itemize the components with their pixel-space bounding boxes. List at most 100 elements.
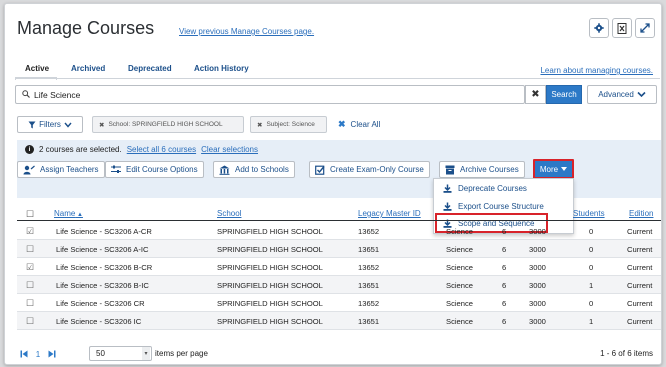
advanced-search-button[interactable]: Advanced xyxy=(587,85,657,104)
remove-chip-icon[interactable]: ✖ xyxy=(99,121,104,129)
menu-item-deprecate-courses[interactable]: Deprecate Courses xyxy=(443,184,527,193)
learn-more-link[interactable]: Learn about managing courses. xyxy=(540,66,653,75)
current-page[interactable]: 1 xyxy=(31,346,45,362)
column-header-school[interactable]: School xyxy=(217,209,241,218)
expand-icon xyxy=(640,23,650,33)
clear-all-label: Clear All xyxy=(350,120,381,129)
chevron-down-icon xyxy=(64,122,72,128)
action-label: Assign Teachers xyxy=(40,165,99,174)
menu-item-export-course-structure[interactable]: Export Course Structure xyxy=(443,202,544,211)
chevron-down-icon xyxy=(637,91,646,98)
cell-school: SPRINGFIELD HIGH SCHOOL xyxy=(217,281,323,290)
close-icon: ✖ xyxy=(338,119,346,129)
tab-deprecated[interactable]: Deprecated xyxy=(128,64,172,73)
cell-subject: Science xyxy=(446,263,474,272)
cell-students: 1 xyxy=(589,317,594,326)
tab-active[interactable]: Active xyxy=(25,64,49,73)
export-excel-button[interactable] xyxy=(612,18,632,38)
row-checkbox[interactable]: ☐ xyxy=(26,298,34,309)
table-row[interactable]: ☑ Life Science - SC3206 B-CR SPRINGFIELD… xyxy=(17,258,661,276)
clear-all-filters[interactable]: ✖ Clear All xyxy=(338,119,380,130)
clear-selections-link[interactable]: Clear selections xyxy=(201,145,258,154)
filters-button[interactable]: Filters xyxy=(17,116,83,133)
table-row[interactable]: ☐ Life Science - SC3206 IC SPRINGFIELD H… xyxy=(17,312,661,330)
search-button[interactable]: Search xyxy=(546,85,582,104)
select-all-checkbox[interactable]: ☐ xyxy=(26,209,34,220)
column-header-edition[interactable]: Edition xyxy=(629,209,653,218)
sliders-icon xyxy=(111,165,121,173)
table-row[interactable]: ☑ Life Science - SC3206 A-CR SPRINGFIELD… xyxy=(17,222,661,240)
column-header-name[interactable]: Name ▲ xyxy=(54,209,83,218)
more-actions-button[interactable]: More xyxy=(533,159,574,179)
gear-icon xyxy=(594,23,604,33)
pagination: 1 xyxy=(17,346,59,362)
column-header-students[interactable]: Students xyxy=(573,209,605,218)
items-per-page-select[interactable]: 50 ▾ xyxy=(89,346,152,361)
download-icon xyxy=(443,184,452,193)
search-input[interactable]: Life Science xyxy=(15,85,525,104)
caret-down-icon xyxy=(561,167,568,171)
tab-action-history[interactable]: Action History xyxy=(194,64,249,73)
assign-teachers-button[interactable]: Assign Teachers xyxy=(17,161,105,178)
cell-legacy-id: 13651 xyxy=(358,245,380,254)
manage-courses-panel: Manage Courses View previous Manage Cour… xyxy=(4,3,662,365)
add-to-schools-button[interactable]: Add to Schools xyxy=(213,161,295,178)
cell-legacy-id: 13652 xyxy=(358,299,380,308)
row-checkbox[interactable]: ☑ xyxy=(26,262,34,273)
last-page-icon[interactable] xyxy=(45,346,59,362)
table-row[interactable]: ☐ Life Science - SC3206 CR SPRINGFIELD H… xyxy=(17,294,661,312)
filter-chip-school[interactable]: ✖ School: SPRINGFIELD HIGH SCHOOL xyxy=(92,116,244,133)
cell-subject: Science xyxy=(446,299,474,308)
cell-subject: Science xyxy=(446,227,474,236)
settings-button[interactable] xyxy=(589,18,609,38)
per-page-value: 50 xyxy=(96,349,105,358)
first-page-icon[interactable] xyxy=(17,346,31,362)
table-row[interactable]: ☐ Life Science - SC3206 A-IC SPRINGFIELD… xyxy=(17,240,661,258)
cell-name: Life Science - SC3206 A-CR xyxy=(56,227,152,236)
select-all-link[interactable]: Select all 6 courses xyxy=(127,145,196,154)
info-icon: i xyxy=(25,145,34,154)
archive-icon xyxy=(445,165,455,174)
cell-edition: Current xyxy=(627,299,653,308)
column-header-legacy-master-id[interactable]: Legacy Master ID xyxy=(358,209,421,218)
cell-edition: Current xyxy=(627,281,653,290)
cell-name: Life Science - SC3206 IC xyxy=(56,317,142,326)
cell-students: 0 xyxy=(589,227,594,236)
expand-button[interactable] xyxy=(635,18,655,38)
cell-grade: 6 xyxy=(502,281,507,290)
cell-grade: 6 xyxy=(502,299,507,308)
clear-search-button[interactable]: ✖ xyxy=(525,85,546,104)
filters-label: Filters xyxy=(39,120,61,129)
row-checkbox[interactable]: ☐ xyxy=(26,244,34,255)
row-checkbox[interactable]: ☐ xyxy=(26,280,34,291)
cell-name: Life Science - SC3206 B-IC xyxy=(56,281,149,290)
cell-subject: Science xyxy=(446,317,474,326)
cell-name: Life Science - SC3206 A-IC xyxy=(56,245,149,254)
row-checkbox[interactable]: ☑ xyxy=(26,226,34,237)
filter-chip-subject[interactable]: ✖ Subject: Science xyxy=(250,116,327,133)
filter-icon xyxy=(28,121,36,128)
create-exam-only-course-button[interactable]: Create Exam-Only Course xyxy=(309,161,430,178)
cell-credits: 3000 xyxy=(529,245,546,254)
selection-info: i 2 courses are selected. Select all 6 c… xyxy=(25,145,258,154)
items-count: 1 - 6 of 6 items xyxy=(600,349,653,358)
table-row[interactable]: ☐ Life Science - SC3206 B-IC SPRINGFIELD… xyxy=(17,276,661,294)
cell-school: SPRINGFIELD HIGH SCHOOL xyxy=(217,299,323,308)
cell-grade: 6 xyxy=(502,245,507,254)
remove-chip-icon[interactable]: ✖ xyxy=(257,121,262,129)
chevron-down-icon: ▾ xyxy=(142,347,150,360)
cell-edition: Current xyxy=(627,245,653,254)
previous-page-link[interactable]: View previous Manage Courses page. xyxy=(179,27,314,36)
cell-edition: Current xyxy=(627,263,653,272)
cell-students: 0 xyxy=(589,263,594,272)
archive-courses-button[interactable]: Archive Courses xyxy=(439,161,525,178)
tab-archived[interactable]: Archived xyxy=(71,64,105,73)
row-checkbox[interactable]: ☐ xyxy=(26,316,34,327)
cell-students: 1 xyxy=(589,281,594,290)
cell-school: SPRINGFIELD HIGH SCHOOL xyxy=(217,245,323,254)
cell-credits: 3000 xyxy=(529,227,546,236)
menu-item-label: Deprecate Courses xyxy=(458,184,527,193)
excel-file-icon xyxy=(617,22,626,34)
search-icon xyxy=(22,90,30,100)
edit-course-options-button[interactable]: Edit Course Options xyxy=(105,161,204,178)
